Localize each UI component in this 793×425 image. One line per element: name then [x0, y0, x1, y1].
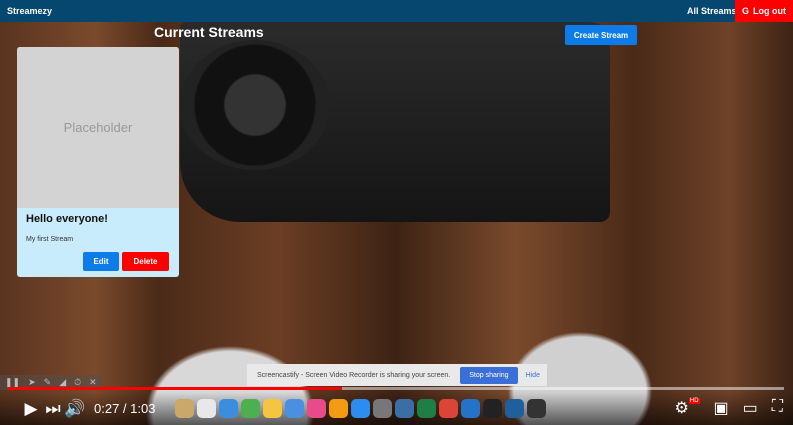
- all-streams-link[interactable]: All Streams: [687, 6, 737, 16]
- dock-app-icon: [285, 399, 305, 418]
- camera-lens-image: [180, 40, 330, 170]
- dock-app-icon: [483, 399, 503, 418]
- dock-app-icon: [219, 399, 239, 418]
- brand-link[interactable]: Streamezy: [7, 6, 52, 16]
- page-title: Current Streams: [154, 24, 264, 40]
- screen-share-bar: Screencastify - Screen Video Recorder is…: [247, 364, 547, 386]
- video-progress-bar[interactable]: [8, 387, 784, 390]
- dock-app-icon: [329, 399, 349, 418]
- google-icon: G: [741, 6, 749, 16]
- settings-icon[interactable]: ⚙HD: [675, 398, 700, 418]
- stream-image-placeholder: Placeholder: [17, 47, 179, 208]
- play-icon[interactable]: ▶: [20, 399, 42, 419]
- dock-app-icon: [263, 399, 283, 418]
- dock-app-icon: [505, 399, 525, 418]
- hide-link[interactable]: Hide: [526, 372, 540, 379]
- delete-button[interactable]: Delete: [122, 252, 169, 271]
- volume-icon[interactable]: 🔊: [64, 399, 86, 419]
- dock-app-icon: [241, 399, 261, 418]
- stop-sharing-button[interactable]: Stop sharing: [460, 366, 518, 384]
- hd-badge: HD: [688, 398, 700, 404]
- mac-dock: [175, 399, 547, 418]
- logout-button[interactable]: G Log out: [735, 0, 793, 22]
- dock-app-icon: [197, 399, 217, 418]
- dock-app-icon: [439, 399, 459, 418]
- dock-app-icon: [175, 399, 195, 418]
- miniplayer-icon[interactable]: ▣: [714, 398, 729, 418]
- edit-button[interactable]: Edit: [83, 252, 119, 271]
- dock-app-icon: [307, 399, 327, 418]
- dock-app-icon: [351, 399, 371, 418]
- next-icon[interactable]: ⏭: [42, 399, 64, 419]
- fullscreen-icon[interactable]: ⛶: [772, 398, 783, 418]
- dock-app-icon: [373, 399, 393, 418]
- share-message: Screencastify - Screen Video Recorder is…: [257, 371, 451, 379]
- dock-app-icon: [395, 399, 415, 418]
- stream-card: Placeholder Hello everyone! My first Str…: [17, 47, 179, 277]
- dock-app-icon: [461, 399, 481, 418]
- create-stream-button[interactable]: Create Stream: [565, 25, 637, 45]
- stream-description: My first Stream: [26, 236, 74, 243]
- time-display: 0:27 / 1:03: [94, 401, 156, 416]
- navbar: Streamezy All Streams G Log out: [0, 0, 793, 22]
- dock-app-icon: [417, 399, 437, 418]
- theater-mode-icon[interactable]: ▭: [743, 398, 758, 418]
- progress-fill: [8, 387, 342, 390]
- stream-title: Hello everyone!: [26, 213, 108, 225]
- dock-app-icon: [527, 399, 547, 418]
- logout-label: Log out: [753, 6, 786, 16]
- player-right-controls: ⚙HD ▣ ▭ ⛶: [675, 398, 783, 418]
